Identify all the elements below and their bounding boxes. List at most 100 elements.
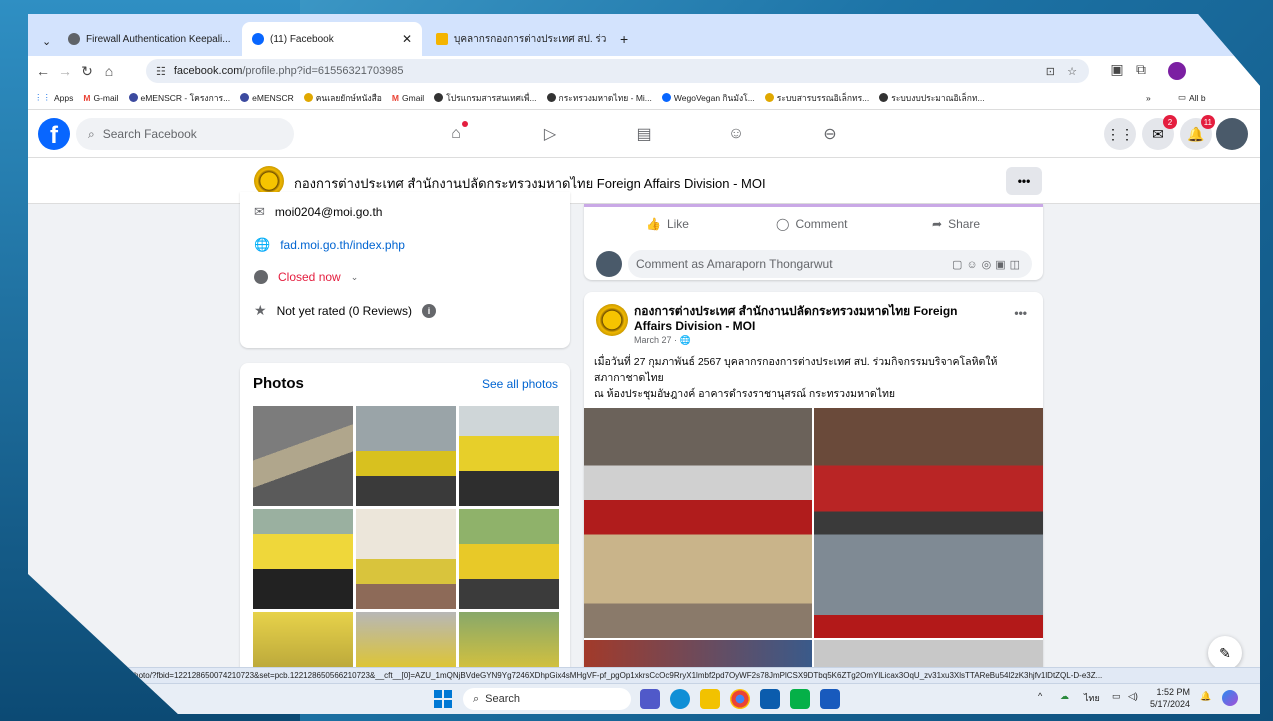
file-explorer-icon[interactable] bbox=[700, 689, 720, 709]
puzzle-icon[interactable]: ⧉ bbox=[1130, 61, 1152, 78]
marketplace-icon[interactable]: ▤ bbox=[632, 122, 656, 146]
word-icon[interactable] bbox=[820, 689, 840, 709]
back-icon[interactable]: ← bbox=[32, 63, 54, 79]
volume-icon[interactable]: ◁) bbox=[1128, 691, 1138, 702]
page-title: กองการต่างประเทศ สำนักงานปลัดกระทรวงมหาด… bbox=[294, 176, 766, 191]
chrome-icon[interactable] bbox=[730, 689, 750, 709]
see-all-photos-link[interactable]: See all photos bbox=[482, 377, 558, 391]
copilot-icon[interactable] bbox=[1222, 690, 1238, 706]
info-icon[interactable]: i bbox=[421, 303, 436, 318]
home-icon[interactable]: ⌂ bbox=[98, 63, 120, 79]
bookmark-moi[interactable]: กระทรวงมหาดไทย - Mi... bbox=[546, 91, 652, 105]
url-bar[interactable]: ☷ facebook.com/profile.php?id=6155632170… bbox=[146, 59, 1089, 83]
bookmark-gmail[interactable]: M G-mail bbox=[83, 93, 118, 103]
star-icon: ★ bbox=[254, 302, 267, 318]
photo-thumbnail[interactable] bbox=[459, 509, 559, 609]
star-icon[interactable]: ☆ bbox=[1067, 65, 1077, 78]
book-icon bbox=[303, 93, 313, 102]
outlook-icon[interactable] bbox=[760, 689, 780, 709]
bookmark-gmail-2[interactable]: M Gmail bbox=[392, 93, 424, 103]
notification-bell-icon[interactable]: 🔔 bbox=[1200, 691, 1211, 702]
folder-icon: ▭ bbox=[1178, 92, 1187, 102]
photo-thumbnail[interactable] bbox=[459, 612, 559, 672]
tab-strip: ⌄ Firewall Authentication Keepali... ✕ (… bbox=[28, 14, 1260, 56]
all-bookmarks[interactable]: ▭ All b bbox=[1178, 92, 1206, 103]
browser-window: ⌄ Firewall Authentication Keepali... ✕ (… bbox=[28, 14, 1260, 714]
clock[interactable]: 1:52 PM 5/17/2024 bbox=[1150, 686, 1190, 710]
home-icon[interactable]: ⌂ bbox=[444, 121, 468, 146]
post-more-button[interactable]: ••• bbox=[1014, 306, 1027, 320]
like-button[interactable]: 👍 Like bbox=[646, 217, 689, 231]
post-date[interactable]: March 27 · 🌐 bbox=[634, 335, 691, 346]
comment-button[interactable]: ◯ Comment bbox=[776, 217, 847, 231]
bookmark-info-program[interactable]: โปรแกรมสารสนเทศเพื่... bbox=[434, 91, 537, 105]
tray-chevron-icon[interactable]: ^ bbox=[1038, 691, 1042, 701]
comment-tools-icons[interactable]: ▢☺◎▣◫ bbox=[952, 258, 1024, 271]
bookmark-book[interactable]: คนเลยยักษ์หนังสือ bbox=[303, 91, 382, 105]
forward-icon[interactable]: → bbox=[54, 63, 76, 79]
network-icon[interactable]: ▭ bbox=[1112, 691, 1121, 702]
hours-status[interactable]: Closed now bbox=[278, 270, 341, 284]
photo-thumbnail[interactable] bbox=[253, 406, 353, 506]
video-icon[interactable]: ▷ bbox=[538, 122, 562, 146]
extension-icon[interactable]: ▣ bbox=[1106, 61, 1128, 78]
bookmark-wegovegan[interactable]: WegoVegan กินมังโ... bbox=[661, 91, 755, 105]
rating-text: Not yet rated (0 Reviews) bbox=[276, 303, 412, 318]
globe-icon: 🌐 bbox=[679, 335, 691, 345]
website-link[interactable]: fad.moi.go.th/index.php bbox=[280, 238, 405, 252]
photo-thumbnail[interactable] bbox=[459, 406, 559, 506]
profile-avatar[interactable] bbox=[1168, 62, 1186, 80]
bookmark-e-budget[interactable]: ระบบงบประมาณอิเล็กท... bbox=[879, 91, 985, 105]
close-icon[interactable]: ✕ bbox=[396, 32, 412, 46]
post-photo[interactable] bbox=[814, 408, 1043, 638]
post-photo[interactable] bbox=[584, 408, 812, 638]
tab-search-dropdown[interactable]: ⌄ bbox=[32, 24, 58, 58]
post-author-seal[interactable] bbox=[596, 304, 628, 336]
facebook-logo-icon[interactable]: f bbox=[38, 118, 70, 150]
emenscr-icon bbox=[128, 93, 138, 102]
home-dot bbox=[462, 121, 468, 127]
messenger-icon[interactable]: ✉ 2 bbox=[1142, 115, 1177, 150]
reload-icon[interactable]: ↻ bbox=[76, 63, 98, 80]
bookmark-emenscr[interactable]: eMENSCR bbox=[240, 93, 294, 103]
bookmark-apps[interactable]: ⋮⋮ Apps bbox=[34, 92, 73, 103]
url-host: facebook.com bbox=[173, 65, 243, 77]
globe-icon bbox=[879, 93, 889, 102]
groups-icon[interactable]: ☺ bbox=[724, 122, 748, 146]
language-indicator[interactable]: ไทย bbox=[1084, 691, 1100, 705]
notifications-icon[interactable]: 🔔 11 bbox=[1180, 115, 1215, 150]
taskbar-search[interactable]: ⌕ Search bbox=[463, 688, 631, 710]
tray-app-icon[interactable]: ☁ bbox=[1060, 691, 1069, 702]
search-input[interactable]: ⌕ Search Facebook bbox=[76, 118, 294, 150]
site-info-icon[interactable]: ☷ bbox=[156, 65, 166, 78]
menu-grid-icon[interactable]: ⋮⋮ bbox=[1104, 118, 1136, 150]
new-message-button[interactable]: ✎ bbox=[1208, 636, 1242, 670]
install-icon[interactable]: ⊡ bbox=[1046, 65, 1055, 78]
edge-icon[interactable] bbox=[670, 689, 690, 709]
account-avatar[interactable] bbox=[1216, 118, 1248, 150]
photo-thumbnail[interactable] bbox=[253, 509, 353, 609]
post-author[interactable]: กองการต่างประเทศ สำนักงานปลัดกระทรวงมหาด… bbox=[634, 304, 994, 334]
tab-photo-post[interactable]: บุคลากรกองการต่างประเทศ สป. ร่วม ✕ bbox=[426, 22, 606, 56]
bookmarks-overflow[interactable]: » bbox=[1146, 93, 1151, 103]
bookmark-emenscr-project[interactable]: eMENSCR - โครงการ... bbox=[128, 91, 230, 105]
photo-thumbnail[interactable] bbox=[356, 406, 456, 506]
line-icon[interactable] bbox=[790, 689, 810, 709]
bookmark-e-doc[interactable]: ระบบสารบรรณอิเล็กทร... bbox=[764, 91, 869, 105]
tab-label: (11) Facebook bbox=[270, 33, 334, 45]
chevron-down-icon[interactable]: ⌄ bbox=[351, 272, 359, 283]
photo-thumbnail[interactable] bbox=[253, 612, 353, 672]
gaming-icon[interactable]: ⊖ bbox=[818, 122, 842, 146]
facebook-icon bbox=[661, 93, 671, 102]
tab-facebook[interactable]: (11) Facebook ✕ bbox=[242, 22, 422, 56]
teams-icon[interactable] bbox=[640, 689, 660, 709]
windows-start-icon[interactable] bbox=[434, 690, 452, 708]
close-icon[interactable]: ✕ bbox=[237, 32, 238, 46]
tab-firewall[interactable]: Firewall Authentication Keepali... ✕ bbox=[58, 22, 238, 56]
photo-thumbnail[interactable] bbox=[356, 612, 456, 672]
photo-thumbnail[interactable] bbox=[356, 509, 456, 609]
page-more-button[interactable]: ••• bbox=[1006, 167, 1042, 195]
comment-input[interactable]: Comment as Amaraporn Thongarwut ▢☺◎▣◫ bbox=[628, 250, 1032, 278]
new-tab-button[interactable]: + bbox=[610, 22, 640, 56]
share-button[interactable]: ➦ Share bbox=[932, 217, 980, 231]
